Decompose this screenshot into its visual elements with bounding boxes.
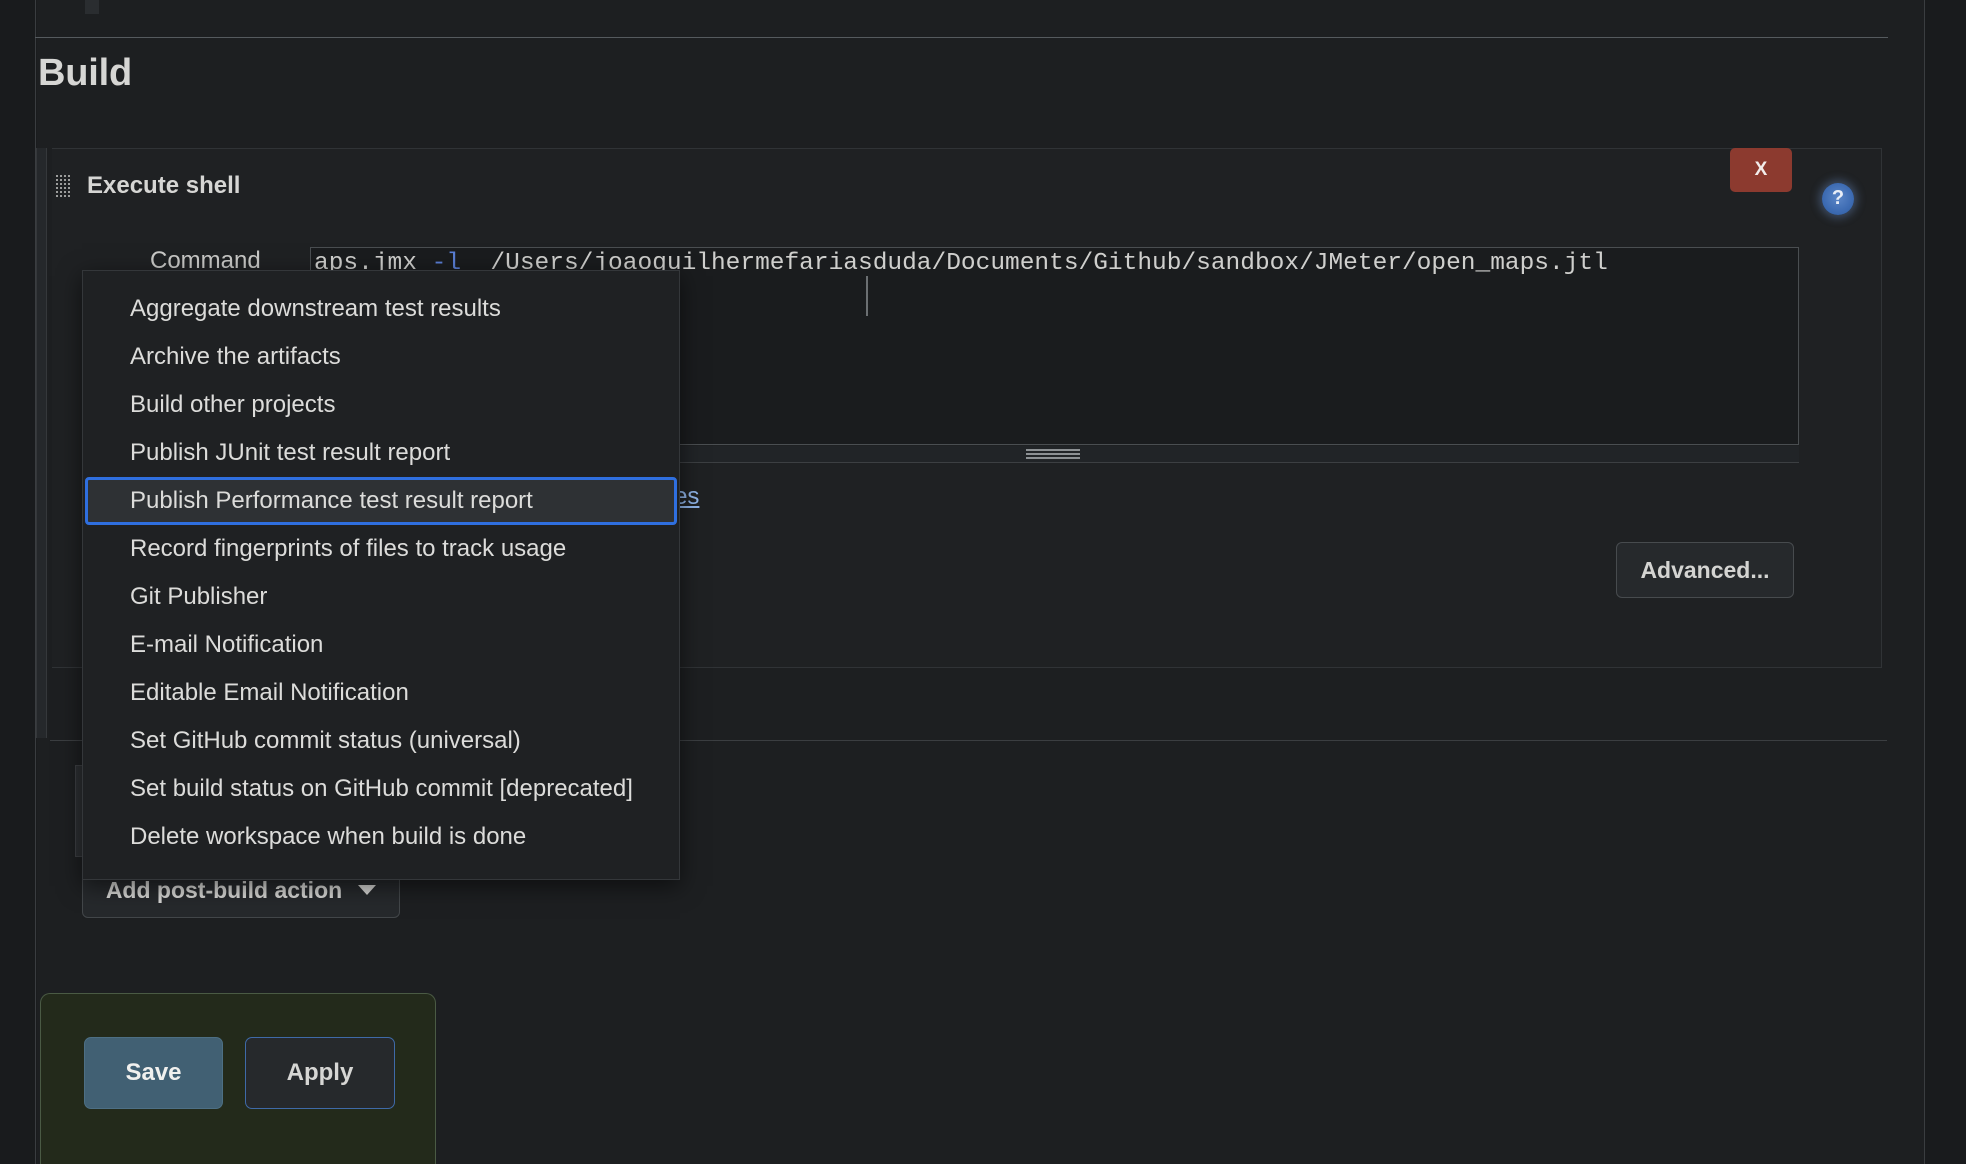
menu-item[interactable]: Delete workspace when build is done [83, 813, 679, 861]
drag-grip-icon[interactable] [55, 174, 71, 198]
advanced-button[interactable]: Advanced... [1616, 542, 1794, 598]
close-builder-button[interactable]: X [1730, 148, 1792, 192]
menu-item[interactable]: Set GitHub commit status (universal) [83, 717, 679, 765]
menu-item[interactable]: Editable Email Notification [83, 669, 679, 717]
corner-nub [85, 0, 99, 14]
chevron-down-icon [358, 885, 377, 895]
help-icon[interactable]: ? [1822, 183, 1854, 215]
menu-item[interactable]: Publish JUnit test result report [83, 429, 679, 477]
builder-title: Execute shell [87, 172, 241, 199]
apply-button[interactable]: Apply [245, 1037, 395, 1109]
top-divider [35, 37, 1888, 38]
menu-item[interactable]: Build other projects [83, 381, 679, 429]
menu-item[interactable]: Git Publisher [83, 573, 679, 621]
page-title: Build [38, 52, 132, 94]
menu-item[interactable]: Archive the artifacts [83, 333, 679, 381]
textarea-resize-handle[interactable] [1026, 449, 1080, 459]
menu-item[interactable]: E-mail Notification [83, 621, 679, 669]
left-frame-rail [0, 0, 36, 1164]
menu-item[interactable]: Publish Performance test result report [85, 477, 677, 525]
menu-item[interactable]: Record fingerprints of files to track us… [83, 525, 679, 573]
menu-item[interactable]: Set build status on GitHub commit [depre… [83, 765, 679, 813]
text-caret [866, 276, 868, 316]
right-frame-rail [1924, 0, 1966, 1164]
post-build-action-menu: Aggregate downstream test results Archive… [82, 270, 680, 880]
save-button[interactable]: Save [84, 1037, 223, 1109]
menu-item[interactable]: Aggregate downstream test results [83, 285, 679, 333]
app-root: Build Execute shell X ? Command aps.jmx … [0, 0, 1966, 1164]
builder-header: Execute shell [55, 172, 240, 200]
add-post-build-action-label: Add post-build action [105, 876, 343, 903]
builder-drag-rail[interactable] [36, 148, 47, 738]
